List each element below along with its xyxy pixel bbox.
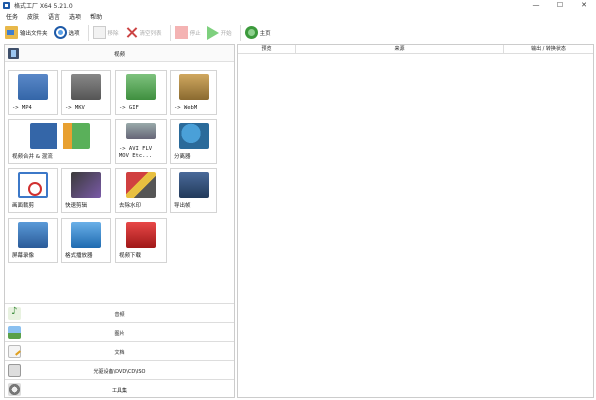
document-icon: [92, 26, 106, 39]
video-category-label: 视频: [113, 52, 125, 58]
window-title: 格式工厂 X64 5.21.0: [14, 2, 73, 10]
column-preview[interactable]: 预览: [238, 45, 296, 54]
mkv-icon: [71, 74, 101, 100]
toolbar-divider: [239, 24, 241, 41]
tile-label: 导出帧: [174, 203, 191, 209]
remove-label: 移除: [107, 30, 119, 37]
scissors-icon: [71, 172, 101, 198]
player-icon: [71, 222, 101, 248]
toolbar-divider: [169, 24, 171, 41]
task-list-header: 预览 来源 输出 / 转换状态: [238, 45, 593, 54]
tile-to-mp4[interactable]: -> MP4: [8, 70, 58, 115]
tile-label: -> MP4: [12, 105, 32, 111]
crop-icon: [18, 172, 48, 198]
download-icon: [126, 222, 156, 248]
stop-icon: [174, 26, 188, 39]
minimize-button[interactable]: —: [524, 0, 548, 10]
tile-label: 视频下载: [119, 253, 142, 259]
options-button[interactable]: 选项: [53, 24, 80, 42]
tile-crop[interactable]: 画面裁剪: [8, 168, 58, 213]
output-folder-button[interactable]: 输出文件夹: [5, 24, 48, 42]
play-icon: [206, 25, 219, 40]
menu-skin[interactable]: 皮肤: [27, 12, 39, 21]
tile-label: 视频合并 & 混流: [12, 154, 53, 160]
start-label: 开始: [220, 30, 232, 37]
mp4-icon: [18, 74, 48, 100]
task-list[interactable]: 预览 来源 输出 / 转换状态: [237, 44, 594, 398]
webm-icon: [178, 74, 209, 100]
tile-remove-watermark[interactable]: 去除水印: [115, 168, 167, 213]
tile-label: -> GIF: [119, 105, 139, 111]
category-image[interactable]: 图片: [5, 322, 234, 341]
category-disc[interactable]: 光驱设备\DVD\CD\ISO: [5, 360, 234, 379]
tile-video-download[interactable]: 视频下载: [115, 218, 167, 263]
tile-format-player[interactable]: 格式播放器: [61, 218, 111, 263]
remove-button[interactable]: 移除: [92, 24, 119, 42]
column-source[interactable]: 来源: [296, 45, 504, 54]
maximize-button[interactable]: ☐: [548, 0, 572, 10]
tile-video-join-mux[interactable]: 视频合并 & 混流: [8, 119, 111, 164]
toolbar-divider: [87, 24, 89, 41]
tile-label: -> AVI FLV MOV Etc...: [119, 146, 153, 159]
tile-export-frames[interactable]: 导出帧: [170, 168, 217, 213]
video-category-header[interactable]: 视频: [5, 45, 234, 62]
stop-button[interactable]: 停止: [174, 24, 201, 42]
menu-help[interactable]: 帮助: [90, 12, 102, 21]
options-label: 选项: [68, 30, 80, 37]
start-button[interactable]: 开始: [206, 24, 232, 42]
category-document[interactable]: 文档: [5, 341, 234, 360]
tile-label: -> WebM: [174, 105, 198, 111]
tile-label: 屏幕录像: [12, 253, 35, 259]
tile-label: 分离器: [174, 154, 191, 160]
app-icon: [3, 1, 10, 9]
tile-to-avi-flv-mov[interactable]: -> AVI FLV MOV Etc...: [115, 119, 167, 164]
screen-record-icon: [18, 222, 48, 248]
menu-language[interactable]: 语言: [48, 12, 60, 21]
menu-bar: 任务 皮肤 语言 选项 帮助: [0, 11, 111, 21]
category-label: 光驱设备\DVD\CD\ISO: [93, 369, 146, 375]
menu-tasks[interactable]: 任务: [6, 12, 18, 21]
tile-label: 画面裁剪: [12, 203, 35, 209]
tile-label: 格式播放器: [65, 253, 93, 259]
window-controls: — ☐ ✕: [524, 0, 596, 10]
output-folder-label: 输出文件夹: [20, 30, 48, 37]
tile-to-mkv[interactable]: -> MKV: [61, 70, 111, 115]
tile-label: 快速剪辑: [65, 203, 88, 209]
stop-label: 停止: [189, 30, 201, 37]
video-join-icon: [29, 123, 90, 149]
category-tools[interactable]: 工具集: [5, 379, 234, 398]
clear-list-label: 清空列表: [139, 30, 162, 37]
category-label: 图片: [114, 331, 125, 337]
clear-icon: [125, 26, 138, 39]
gif-icon: [126, 74, 156, 100]
column-output-status[interactable]: 输出 / 转换状态: [504, 45, 593, 54]
options-icon: [53, 26, 67, 39]
function-panel: 视频 -> MP4 -> MKV -> GIF -> WebM 视频合并 & 混…: [4, 44, 235, 398]
splitter-icon: [178, 123, 209, 149]
category-label: 工具集: [111, 388, 127, 394]
toolbar: 输出文件夹 选项 移除 清空列表 停止 开始 主页: [0, 22, 596, 43]
film-icon: [126, 123, 156, 139]
clear-list-button[interactable]: 清空列表: [125, 24, 162, 42]
tile-to-gif[interactable]: -> GIF: [115, 70, 167, 115]
category-label: 音频: [114, 312, 125, 318]
eraser-icon: [126, 172, 156, 198]
tile-splitter[interactable]: 分离器: [170, 119, 217, 164]
category-label: 文档: [114, 350, 125, 356]
home-label: 主页: [259, 30, 271, 37]
globe-icon: [244, 26, 258, 39]
tile-label: 去除水印: [119, 203, 142, 209]
tile-label: -> MKV: [65, 105, 85, 111]
title-bar: 格式工厂 X64 5.21.0 — ☐ ✕: [0, 0, 596, 10]
tile-screen-record[interactable]: 屏幕录像: [8, 218, 58, 263]
folder-icon: [5, 26, 18, 39]
tile-quick-clip[interactable]: 快速剪辑: [61, 168, 111, 213]
close-button[interactable]: ✕: [572, 0, 596, 10]
category-audio[interactable]: 音频: [5, 303, 234, 322]
tile-to-webm[interactable]: -> WebM: [170, 70, 217, 115]
frames-icon: [178, 172, 209, 198]
menu-options[interactable]: 选项: [69, 12, 81, 21]
home-button[interactable]: 主页: [244, 24, 271, 42]
